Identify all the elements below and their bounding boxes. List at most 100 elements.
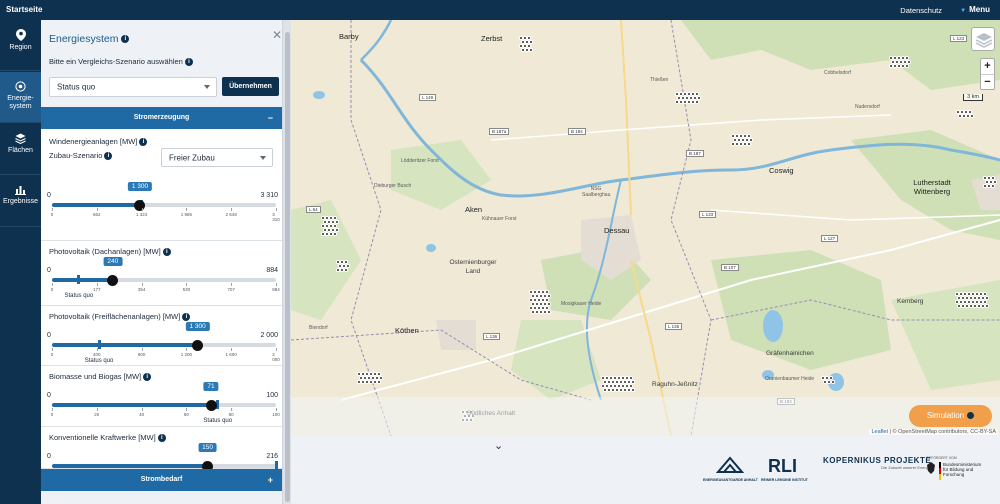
wind-turbine-marker[interactable] [693,96,697,100]
wind-turbine-marker[interactable] [365,372,369,376]
wind-turbine-marker[interactable] [905,64,909,68]
map-view[interactable]: Barby Zerbst Aken Dessau Osternienburger Lan… [291,20,1000,436]
wind-turbine-marker[interactable] [333,232,337,236]
wind-turbine-marker[interactable] [615,388,619,392]
wind-turbine-marker[interactable] [363,376,367,380]
wind-turbine-marker[interactable] [961,304,965,308]
wind-turbine-marker[interactable] [958,114,962,118]
wind-turbine-marker[interactable] [679,92,683,96]
wind-turbine-marker[interactable] [891,60,895,64]
nav-item-ergebnisse[interactable]: Ergebnisse [0,176,41,227]
wind-turbine-marker[interactable] [987,184,991,188]
wind-turbine-marker[interactable] [331,220,335,224]
wind-turbine-marker[interactable] [519,36,523,40]
wind-turbine-marker[interactable] [969,304,973,308]
section-header-stromerzeugung[interactable]: Stromerzeugung − [41,107,282,129]
wind-turbine-marker[interactable] [683,100,687,104]
info-icon[interactable]: i [184,58,193,67]
wind-turbine-marker[interactable] [957,296,961,300]
wind-turbine-marker[interactable] [991,176,995,180]
info-icon[interactable]: i [121,35,130,44]
wind-turbine-marker[interactable] [889,56,893,60]
wind-turbine-marker[interactable] [340,268,344,272]
wind-turbine-marker[interactable] [333,224,337,228]
wind-turbine-marker[interactable] [969,296,973,300]
wind-turbine-marker[interactable] [523,36,527,40]
wind-turbine-marker[interactable] [541,306,545,310]
wind-turbine-marker[interactable] [603,388,607,392]
wind-turbine-marker[interactable] [964,110,968,114]
wind-turbine-marker[interactable] [681,96,685,100]
nav-item-flaechen[interactable]: Flächen [0,124,41,175]
wind-turbine-marker[interactable] [321,216,325,220]
wind-turbine-marker[interactable] [827,380,831,384]
leaflet-link[interactable]: Leaflet [871,429,888,435]
wind-turbine-marker[interactable] [695,92,699,96]
wind-turbine-marker[interactable] [968,110,972,114]
wind-turbine-marker[interactable] [375,376,379,380]
wind-turbine-marker[interactable] [735,142,739,146]
wind-turbine-marker[interactable] [357,372,361,376]
wind-turbine-marker[interactable] [519,44,523,48]
expand-icon[interactable]: + [268,469,273,491]
wind-turbine-marker[interactable] [985,304,989,308]
wind-turbine-marker[interactable] [346,264,350,268]
info-icon[interactable]: i [162,248,171,257]
wind-turbine-marker[interactable] [893,64,897,68]
apply-button[interactable]: Übernehmen [222,77,279,96]
wind-turbine-marker[interactable] [529,48,533,52]
slider-track[interactable] [52,278,276,282]
wind-turbine-marker[interactable] [821,376,825,380]
wind-turbine-marker[interactable] [521,48,525,52]
wind-turbine-marker[interactable] [323,220,327,224]
wind-turbine-marker[interactable] [631,380,635,384]
wind-turbine-marker[interactable] [325,224,329,228]
wind-turbine-marker[interactable] [377,380,381,384]
wind-turbine-marker[interactable] [617,376,621,380]
section-header-strombedarf[interactable]: Strombedarf + [41,469,282,491]
wind-turbine-marker[interactable] [971,292,975,296]
wind-turbine-marker[interactable] [979,292,983,296]
wind-turbine-marker[interactable] [967,292,971,296]
wind-turbine-marker[interactable] [609,376,613,380]
wind-turbine-marker[interactable] [955,292,959,296]
wind-turbine-marker[interactable] [965,304,969,308]
wind-turbine-marker[interactable] [956,110,960,114]
wind-turbine-marker[interactable] [687,92,691,96]
wind-turbine-marker[interactable] [325,216,329,220]
wind-turbine-marker[interactable] [377,372,381,376]
wind-turbine-marker[interactable] [623,380,627,384]
wind-turbine-marker[interactable] [545,306,549,310]
wind-turbine-marker[interactable] [973,296,977,300]
slider-track[interactable] [52,203,276,207]
wind-turbine-marker[interactable] [737,138,741,142]
wind-turbine-marker[interactable] [335,228,339,232]
wind-turbine-marker[interactable] [535,294,539,298]
wind-turbine-marker[interactable] [731,134,735,138]
wind-turbine-marker[interactable] [985,180,989,184]
wind-turbine-marker[interactable] [525,40,529,44]
wind-turbine-marker[interactable] [677,96,681,100]
wind-turbine-marker[interactable] [331,228,335,232]
wind-turbine-marker[interactable] [985,296,989,300]
wind-turbine-marker[interactable] [531,310,535,314]
wind-turbine-marker[interactable] [621,384,625,388]
wind-turbine-marker[interactable] [901,64,905,68]
wind-turbine-marker[interactable] [627,380,631,384]
wind-turbine-marker[interactable] [975,300,979,304]
wind-turbine-marker[interactable] [547,302,551,306]
wind-turbine-marker[interactable] [743,142,747,146]
wind-turbine-marker[interactable] [361,380,365,384]
wind-turbine-marker[interactable] [629,376,633,380]
wind-turbine-marker[interactable] [966,114,970,118]
expand-chevron-icon[interactable]: ⌄ [494,439,503,452]
wind-turbine-marker[interactable] [541,290,545,294]
wind-turbine-marker[interactable] [340,260,344,264]
wind-turbine-marker[interactable] [371,376,375,380]
wind-turbine-marker[interactable] [970,114,974,118]
wind-turbine-marker[interactable] [539,310,543,314]
wind-turbine-marker[interactable] [531,302,535,306]
wind-turbine-marker[interactable] [539,294,543,298]
wind-turbine-marker[interactable] [977,296,981,300]
wind-turbine-marker[interactable] [983,176,987,180]
